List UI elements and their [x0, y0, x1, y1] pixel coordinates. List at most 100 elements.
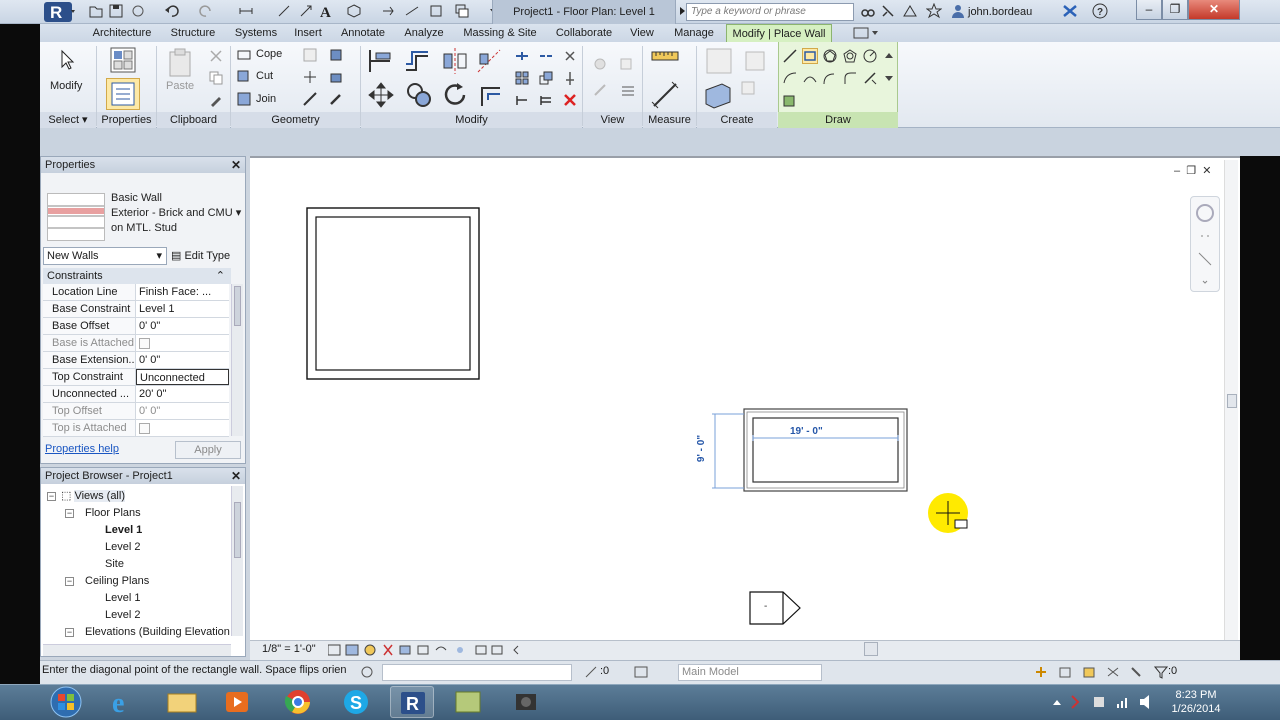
- align-icon[interactable]: [366, 46, 396, 76]
- chrome-icon[interactable]: [276, 686, 320, 718]
- close-window-button[interactable]: ✕: [1188, 0, 1240, 20]
- linework-icon[interactable]: [592, 82, 608, 98]
- top-constraint-field[interactable]: Unconnected: [136, 369, 229, 385]
- canvas-horizontal-scroll-thumb[interactable]: [864, 642, 878, 656]
- wall-joins-icon[interactable]: [302, 69, 318, 85]
- tree-item-level-2[interactable]: Level 2: [105, 539, 140, 555]
- close-icon[interactable]: ✕: [231, 157, 241, 173]
- tree-views-all[interactable]: ⬚ Views (all): [61, 488, 125, 504]
- properties-button[interactable]: [106, 78, 140, 110]
- table-row[interactable]: Base Extension... 0' 0": [43, 352, 229, 369]
- tab-massing-site[interactable]: Massing & Site: [456, 24, 544, 42]
- text-icon[interactable]: A: [318, 3, 334, 19]
- delete-icon[interactable]: [562, 92, 578, 108]
- tangent-arc-icon[interactable]: [822, 70, 838, 86]
- collapse-icon[interactable]: −: [47, 492, 56, 501]
- wall-rectangle-1[interactable]: [306, 207, 480, 380]
- edit-type-button[interactable]: ▤ Edit Type: [171, 247, 230, 265]
- file-explorer-icon[interactable]: [160, 686, 204, 718]
- table-row[interactable]: Base Offset 0' 0": [43, 318, 229, 335]
- tag-icon[interactable]: [298, 3, 314, 19]
- type-properties-icon[interactable]: [108, 46, 138, 74]
- undo-icon[interactable]: [164, 3, 180, 19]
- filter-icon[interactable]: [1154, 665, 1168, 679]
- thin-lines-icon[interactable]: [404, 3, 420, 19]
- save-icon[interactable]: [108, 3, 124, 19]
- properties-scrollbar[interactable]: [231, 284, 243, 436]
- override-graphics-icon[interactable]: [618, 56, 634, 72]
- communication-icon[interactable]: [902, 3, 918, 19]
- paint-icon[interactable]: [328, 47, 344, 63]
- browser-horizontal-scrollbar[interactable]: [43, 644, 231, 656]
- start-end-arc-icon[interactable]: [782, 70, 798, 86]
- unpin-icon[interactable]: [562, 48, 578, 64]
- collapse-icon[interactable]: −: [65, 628, 74, 637]
- section-icon[interactable]: [380, 3, 396, 19]
- paste-label[interactable]: Paste: [166, 80, 194, 92]
- cut-scissors-icon[interactable]: [208, 48, 224, 64]
- mirror-pick-axis-icon[interactable]: [440, 46, 470, 76]
- tab-modify-place-wall[interactable]: Modify | Place Wall: [726, 24, 832, 42]
- match-properties-icon[interactable]: [208, 92, 224, 108]
- camera-app-icon[interactable]: [504, 686, 548, 718]
- instance-filter-select[interactable]: New Walls ▾: [43, 247, 167, 265]
- split-face-icon[interactable]: [302, 47, 318, 63]
- view-window-controls[interactable]: – ❐ ✕: [1174, 164, 1222, 178]
- internet-explorer-icon[interactable]: e: [102, 686, 146, 718]
- trim-extend-corner-icon[interactable]: [474, 80, 504, 110]
- tree-elevations[interactable]: Elevations (Building Elevation: [85, 624, 231, 640]
- help-icon[interactable]: ?: [1092, 3, 1108, 19]
- browser-scrollbar[interactable]: [231, 486, 243, 636]
- user-name[interactable]: john.bordeau: [968, 0, 1032, 24]
- type-selector[interactable]: Basic Wall Exterior - Brick and CMU ▾ on…: [111, 191, 245, 236]
- modify-button-label[interactable]: Modify: [50, 80, 82, 92]
- canvas-vertical-scrollbar[interactable]: [1224, 160, 1238, 640]
- join-icon[interactable]: [236, 91, 252, 107]
- application-menu-button[interactable]: R: [40, 0, 78, 24]
- trim-single-icon[interactable]: [514, 92, 530, 108]
- view-control-icons[interactable]: [328, 643, 528, 657]
- system-tray-icons[interactable]: [1050, 692, 1160, 712]
- tree-item-level-1[interactable]: Level 1: [105, 522, 142, 538]
- create-assembly-icon[interactable]: [740, 46, 770, 76]
- worksets-icon[interactable]: [358, 664, 376, 680]
- table-row[interactable]: Top Constraint Unconnected: [43, 369, 229, 386]
- subscription-icon[interactable]: [880, 3, 896, 19]
- thin-lines-toggle-icon[interactable]: [620, 82, 636, 98]
- workset-select[interactable]: [382, 664, 572, 681]
- tab-collaborate[interactable]: Collaborate: [550, 24, 618, 42]
- paste-icon[interactable]: [166, 48, 194, 78]
- panel-select[interactable]: Select ▾: [40, 112, 96, 128]
- binoculars-icon[interactable]: [860, 3, 876, 19]
- mirror-draw-axis-icon[interactable]: [474, 46, 504, 76]
- width-dimension[interactable]: 19' - 0": [790, 426, 823, 437]
- measure-between-icon[interactable]: [650, 46, 680, 76]
- search-input[interactable]: Type a keyword or phrase: [686, 3, 854, 21]
- user-icon[interactable]: [950, 3, 966, 19]
- pin-icon[interactable]: [562, 70, 578, 86]
- hide-element-icon[interactable]: [592, 56, 608, 72]
- tree-item-site[interactable]: Site: [105, 556, 124, 572]
- exchange-apps-icon[interactable]: [1062, 3, 1078, 19]
- properties-help-link[interactable]: Properties help: [45, 443, 119, 455]
- table-row[interactable]: Location Line Finish Face: ...: [43, 284, 229, 301]
- draw-line-icon[interactable]: [782, 48, 798, 64]
- offset-icon[interactable]: [402, 46, 432, 76]
- trim-multiple-icon[interactable]: [538, 92, 554, 108]
- tab-insert[interactable]: Insert: [288, 24, 328, 42]
- drawing-area[interactable]: [250, 158, 1240, 640]
- open-icon[interactable]: [88, 3, 104, 19]
- draw-inscribed-polygon-icon[interactable]: [822, 48, 838, 64]
- notes-app-icon[interactable]: [446, 686, 490, 718]
- redo-icon[interactable]: [198, 3, 214, 19]
- copy-element-icon[interactable]: [404, 80, 434, 110]
- tab-analyze[interactable]: Analyze: [398, 24, 450, 42]
- tab-architecture[interactable]: Architecture: [86, 24, 158, 42]
- 3d-view-icon[interactable]: [346, 3, 362, 19]
- collapse-icon[interactable]: −: [65, 509, 74, 518]
- revit-taskbar-icon[interactable]: R: [390, 686, 434, 718]
- create-similar-icon[interactable]: [740, 80, 756, 96]
- favorites-star-icon[interactable]: [926, 3, 942, 19]
- height-dimension[interactable]: 9' - 0": [696, 435, 707, 462]
- tree-floor-plans[interactable]: Floor Plans: [85, 505, 141, 521]
